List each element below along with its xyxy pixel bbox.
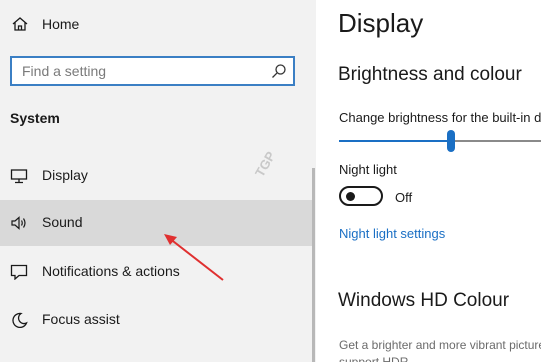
slider-track-empty [454,140,541,142]
annotation-arrow [164,234,224,281]
search-icon[interactable] [271,63,287,79]
hd-description-line: support HDR [339,355,409,362]
brightness-slider[interactable] [339,128,541,158]
hd-colour-heading: Windows HD Colour [338,290,510,311]
hd-description-line: Get a brighter and more vibrant picture [339,338,541,352]
brightness-heading: Brightness and colour [338,64,522,85]
speaker-icon [11,216,26,230]
brightness-label: Change brightness for the built-in displ… [339,110,541,125]
home-icon [12,17,28,31]
night-light-settings-link[interactable]: Night light settings [339,226,445,241]
notification-icon [10,264,28,280]
page-title: Display [338,8,424,38]
settings-sidebar: Home System Display Sound Notifications … [0,0,316,362]
slider-track-filled [339,140,454,142]
night-light-state: Off [395,190,413,205]
slider-thumb[interactable] [447,130,455,152]
night-light-label: Night light [339,162,397,177]
toggle-knob [346,192,355,201]
night-light-toggle[interactable] [339,186,383,206]
moon-icon [12,312,28,328]
search-box[interactable] [10,56,295,86]
sidebar-scrollbar[interactable] [312,168,315,362]
sidebar-item-label: Sound [42,214,83,230]
home-label: Home [42,16,80,32]
sidebar-item-label: Display [42,167,88,183]
sidebar-item-label: Focus assist [42,311,120,327]
search-input[interactable] [22,62,262,80]
display-settings-panel: Display Brightness and colour Change bri… [316,0,541,362]
monitor-icon [10,169,28,184]
sidebar-item-focus-assist[interactable]: Focus assist [0,297,312,343]
hd-colour-description: Get a brighter and more vibrant picture … [339,337,541,362]
home-nav-item[interactable]: Home [0,8,316,40]
section-title: System [10,110,60,126]
